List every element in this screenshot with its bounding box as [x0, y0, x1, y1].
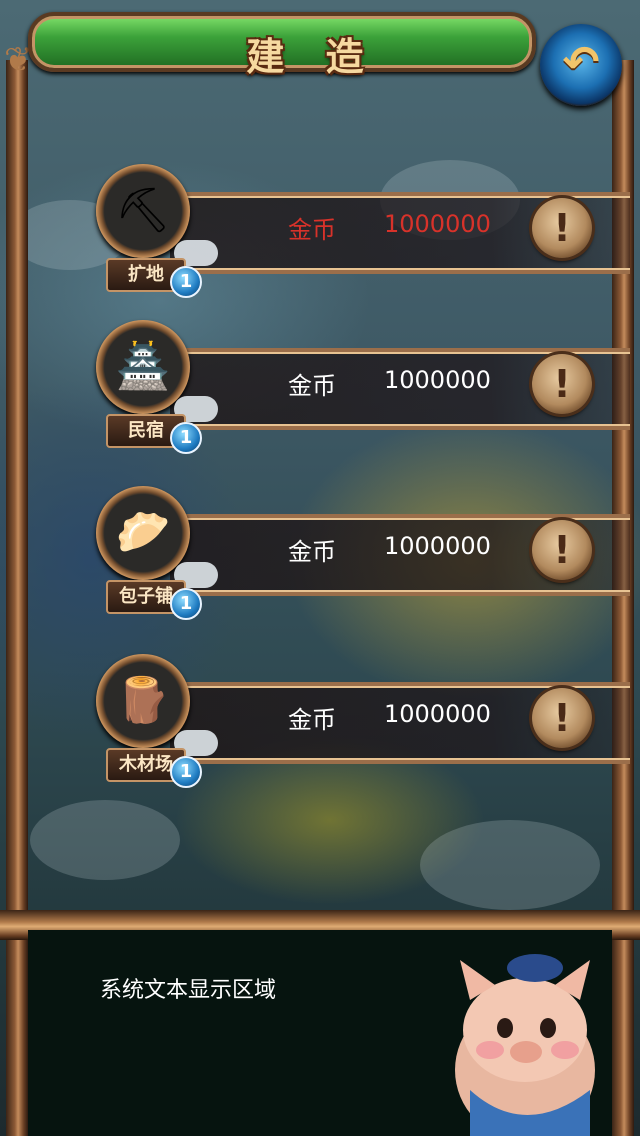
level-badge: 1: [170, 266, 202, 298]
info-button[interactable]: !: [532, 688, 592, 748]
level-badge: 1: [170, 422, 202, 454]
info-button[interactable]: !: [532, 520, 592, 580]
lumber-icon: 🪵: [115, 675, 171, 726]
back-button[interactable]: ↶: [540, 24, 622, 106]
currency-label: 金币: [288, 706, 336, 734]
currency-label: 金币: [288, 372, 336, 400]
title-bar: 建 造: [28, 12, 536, 79]
level-badge: 1: [170, 756, 202, 788]
frame-left: [6, 60, 28, 1136]
currency-label: 金币: [288, 538, 336, 566]
info-button[interactable]: !: [532, 354, 592, 414]
info-button[interactable]: !: [532, 198, 592, 258]
cloud-decoration: [420, 820, 600, 910]
shovel-rocks-icon: ⛏: [115, 185, 171, 236]
page-title: 建 造: [246, 35, 378, 79]
steamed-buns-icon: 🥟: [115, 507, 171, 558]
currency-label: 金币: [288, 216, 336, 244]
building-row-expand: ⛏ 扩地 1 金币 1000000 !: [70, 160, 630, 300]
back-arrow-icon: ↶: [562, 37, 600, 88]
building-row-lumber: 🪵 木材场 1 金币 1000000 !: [70, 650, 630, 790]
cost-value: 1000000: [384, 700, 491, 728]
pig-character: [455, 954, 595, 1136]
inn-icon: 🏯: [115, 341, 171, 392]
building-row-inn: 🏯 民宿 1 金币 1000000 !: [70, 316, 630, 456]
cloud-decoration: [30, 800, 180, 880]
cost-value: 1000000: [384, 366, 491, 394]
cost-value: 1000000: [384, 210, 491, 238]
building-row-bun-shop: 🥟 包子铺 1 金币 1000000 !: [70, 482, 630, 622]
system-text: 系统文本显示区域: [100, 978, 277, 1003]
cost-value: 1000000: [384, 532, 491, 560]
level-badge: 1: [170, 588, 202, 620]
